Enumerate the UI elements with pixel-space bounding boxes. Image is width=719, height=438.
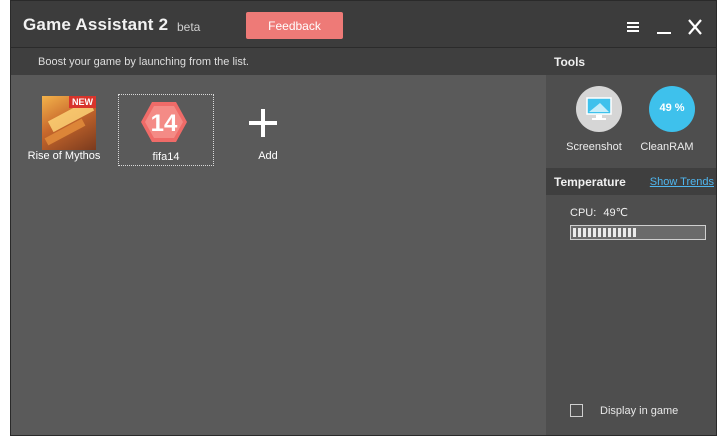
display-in-game-checkbox[interactable] bbox=[570, 404, 583, 417]
tools-header: Tools bbox=[546, 48, 716, 75]
cpu-value: 49℃ bbox=[603, 207, 628, 219]
hint-text: Boost your game by launching from the li… bbox=[38, 56, 249, 68]
svg-text:14: 14 bbox=[151, 110, 178, 137]
fifa14-game-icon: 14 bbox=[140, 101, 188, 148]
tools-title: Tools bbox=[554, 55, 586, 69]
cpu-readout: CPU: 49℃ bbox=[570, 206, 628, 219]
clean-ram-label: CleanRAM bbox=[640, 141, 694, 153]
app-title: Game Assistant 2 bbox=[23, 15, 169, 34]
temperature-header: Temperature Show Trends bbox=[546, 168, 716, 195]
game-assistant-window: Game Assistant 2 beta Feedback Boost you… bbox=[10, 0, 717, 436]
screenshot-icon bbox=[576, 86, 622, 132]
plus-icon bbox=[246, 106, 280, 145]
cpu-label: CPU: bbox=[570, 207, 597, 219]
display-in-game-label: Display in game bbox=[600, 405, 679, 417]
sidebar: Tools Screenshot 49 % CleanRAM Temperatu… bbox=[546, 48, 716, 435]
close-icon[interactable] bbox=[684, 17, 706, 37]
add-label: Add bbox=[258, 150, 278, 162]
clean-ram-tool[interactable]: 49 % CleanRAM bbox=[632, 86, 702, 156]
feedback-button[interactable]: Feedback bbox=[246, 12, 343, 39]
temperature-title: Temperature bbox=[554, 175, 626, 189]
minimize-icon[interactable] bbox=[653, 17, 675, 37]
cpu-temperature-bar bbox=[570, 225, 706, 240]
rise-of-mythos-game-icon: NEW bbox=[42, 96, 96, 150]
clean-ram-value: 49 % bbox=[659, 102, 685, 114]
show-trends-link[interactable]: Show Trends bbox=[650, 176, 714, 188]
clean-ram-icon: 49 % bbox=[649, 86, 695, 132]
title-bar: Game Assistant 2 beta Feedback bbox=[11, 1, 716, 48]
new-badge: NEW bbox=[69, 96, 96, 108]
hint-bar: Boost your game by launching from the li… bbox=[11, 48, 546, 75]
game-item-rise-of-mythos[interactable]: NEW Rise of Mythos bbox=[16, 94, 112, 166]
game-label: Rise of Mythos bbox=[27, 150, 101, 162]
screenshot-tool[interactable]: Screenshot bbox=[559, 86, 629, 156]
beta-label: beta bbox=[177, 20, 201, 34]
cpu-temperature-fill bbox=[573, 228, 637, 237]
add-game-button[interactable]: Add bbox=[220, 94, 316, 166]
screenshot-label: Screenshot bbox=[566, 141, 622, 153]
game-label: fifa14 bbox=[152, 151, 180, 163]
menu-icon[interactable] bbox=[622, 17, 644, 37]
game-list-panel: Boost your game by launching from the li… bbox=[11, 48, 546, 435]
game-item-fifa14[interactable]: 14 fifa14 bbox=[118, 94, 214, 166]
